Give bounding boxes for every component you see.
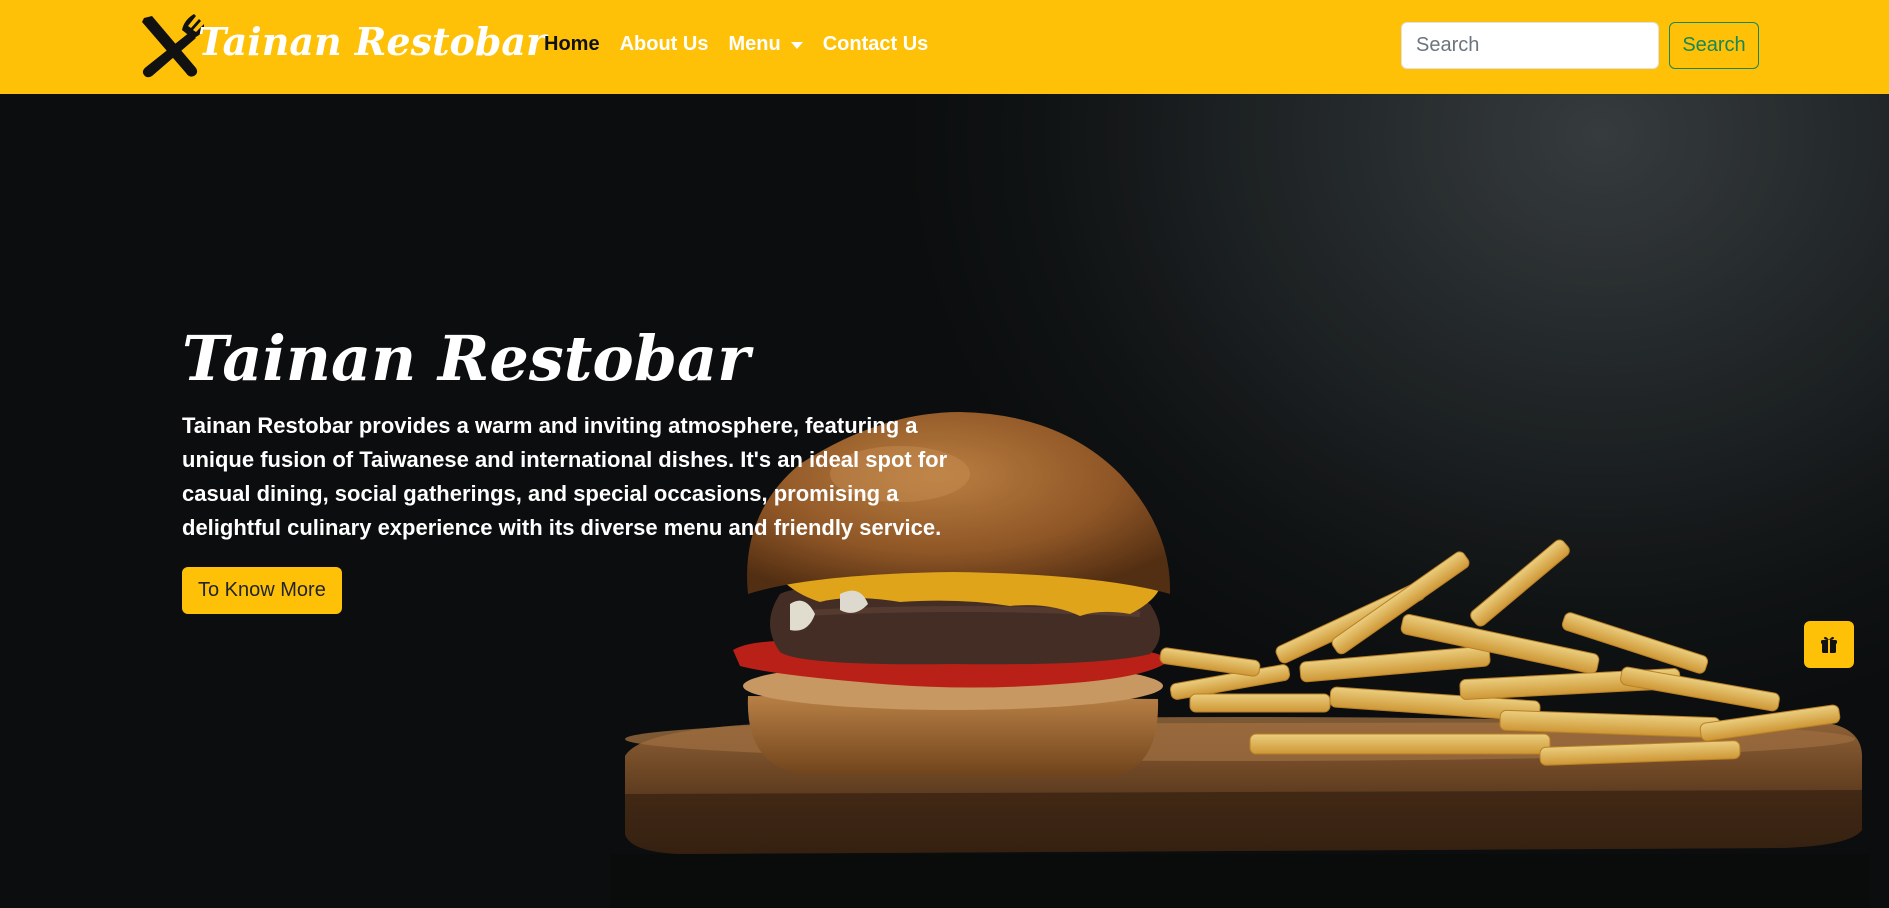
search-button[interactable]: Search (1669, 22, 1759, 69)
nav-links: Home About Us Menu Contact Us (544, 33, 928, 56)
hero-title: Tainan Restobar (182, 322, 750, 395)
hero-content: Tainan Restobar Tainan Restobar provides… (182, 319, 962, 614)
hero-description: Tainan Restobar provides a warm and invi… (182, 413, 948, 540)
nav-link-contact-us[interactable]: Contact Us (823, 33, 929, 56)
gift-icon (1821, 636, 1837, 653)
floating-gift-button[interactable] (1804, 621, 1854, 668)
caret-down-icon (790, 42, 803, 49)
hero-section: Tainan Restobar Tainan Restobar provides… (0, 94, 1889, 908)
nav-link-menu-dropdown[interactable]: Menu (728, 33, 803, 56)
brand-name: Tainan Restobar (198, 18, 547, 64)
fork-knife-icon (142, 14, 204, 78)
navbar: Tainan Restobar Home About Us Menu Conta… (0, 0, 1889, 94)
brand-logo-link[interactable]: Tainan Restobar (138, 12, 546, 80)
nav-link-about-us[interactable]: About Us (620, 33, 709, 56)
nav-link-home[interactable]: Home (544, 33, 600, 56)
nav-link-menu-label: Menu (728, 33, 781, 55)
know-more-button[interactable]: To Know More (182, 567, 342, 614)
search-input[interactable] (1401, 22, 1659, 69)
